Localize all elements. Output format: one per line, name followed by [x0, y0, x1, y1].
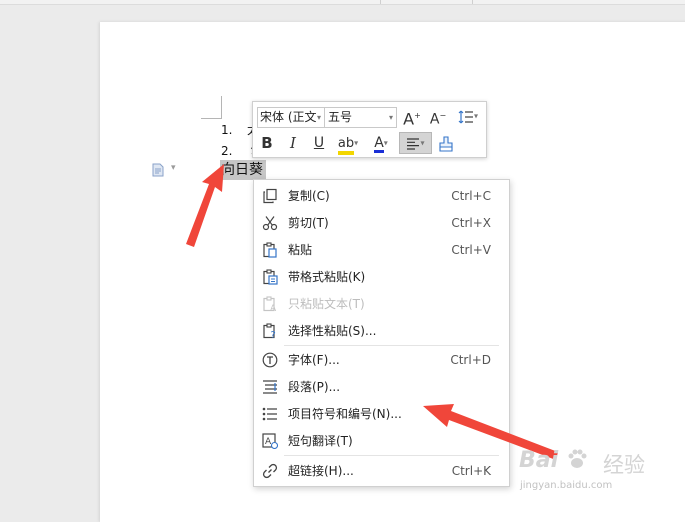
paste-formatted-icon — [263, 269, 278, 285]
top-ruler — [0, 0, 685, 5]
menu-item-label: 字体(F)... — [288, 353, 340, 367]
menu-item-label: 选择性粘贴(S)... — [288, 324, 377, 338]
highlight-button[interactable]: ab▾ — [333, 133, 363, 155]
line-spacing-button[interactable]: ▾ — [453, 106, 483, 126]
italic-button[interactable]: I — [283, 133, 303, 153]
chevron-down-icon: ▾ — [420, 138, 425, 148]
margin-mark — [201, 118, 222, 119]
menu-item-hyperlink[interactable]: 超链接(H)... Ctrl+K — [254, 458, 509, 482]
bullets-icon — [262, 407, 277, 421]
context-menu: 复制(C) Ctrl+C 剪切(T) Ctrl+X 粘贴 Ctrl+V 带格式粘… — [253, 179, 510, 487]
list-number: 2. — [221, 144, 233, 158]
menu-separator — [284, 455, 499, 456]
paragraph-icon — [263, 380, 277, 394]
font-color-label: A — [374, 135, 384, 153]
menu-item-paste-special[interactable]: ? 选择性粘贴(S)... — [254, 318, 509, 342]
grow-font-button[interactable]: A+ — [401, 106, 423, 129]
menu-item-paste[interactable]: 粘贴 Ctrl+V — [254, 237, 509, 261]
margin-mark — [221, 96, 222, 118]
selected-text[interactable]: 向日葵 — [220, 160, 266, 180]
menu-item-shortcut: Ctrl+X — [451, 216, 491, 230]
watermark-url: jingyan.baidu.com — [520, 480, 613, 491]
font-size-value: 五号 — [328, 110, 353, 124]
menu-item-label: 只粘贴文本(T) — [288, 297, 365, 311]
menu-item-label: 剪切(T) — [288, 216, 329, 230]
menu-item-label: 带格式粘贴(K) — [288, 270, 366, 284]
font-color-button[interactable]: A▾ — [367, 133, 395, 153]
watermark-suffix: 经验 — [603, 453, 645, 477]
paste-text-icon: A — [263, 296, 277, 312]
menu-item-shortcut: Ctrl+V — [451, 243, 491, 257]
menu-item-label: 粘贴 — [288, 243, 313, 257]
list-number: 1. — [221, 123, 233, 137]
menu-item-shortcut: Ctrl+K — [451, 464, 491, 478]
chevron-down-icon: ▾ — [383, 138, 388, 148]
menu-item-paste-text-only[interactable]: A 只粘贴文本(T) — [254, 291, 509, 315]
chevron-down-icon: ▾ — [316, 113, 321, 122]
grow-font-label: A — [403, 109, 415, 129]
translate-icon: A — [262, 433, 278, 449]
svg-text:A: A — [270, 304, 277, 312]
menu-item-label: 短句翻译(T) — [288, 434, 353, 448]
font-icon — [262, 352, 278, 368]
bold-button[interactable]: B — [257, 133, 277, 153]
scissors-icon — [262, 216, 278, 231]
paragraph-layout-icon[interactable] — [152, 163, 164, 177]
paw-icon — [568, 449, 587, 468]
menu-item-label: 复制(C) — [288, 189, 330, 203]
menu-item-bullets-numbering[interactable]: 项目符号和编号(N)... — [254, 401, 509, 425]
menu-item-shortcut: Ctrl+C — [451, 189, 491, 203]
menu-item-paste-keep-format[interactable]: 带格式粘贴(K) — [254, 264, 509, 288]
menu-item-label: 项目符号和编号(N)... — [288, 407, 402, 421]
menu-item-font[interactable]: 字体(F)... Ctrl+D — [254, 347, 509, 371]
highlight-label: ab — [337, 137, 355, 155]
menu-item-paragraph[interactable]: 段落(P)... — [254, 374, 509, 398]
chevron-down-icon[interactable]: ▾ — [171, 163, 176, 173]
format-painter-button[interactable] — [435, 133, 457, 153]
watermark-brand: Bai — [519, 448, 559, 473]
shrink-font-button[interactable]: A− — [427, 106, 449, 128]
chevron-down-icon: ▾ — [473, 111, 478, 121]
paste-special-icon: ? — [263, 323, 276, 339]
chevron-down-icon: ▾ — [354, 138, 359, 148]
font-size-select[interactable]: 五号 ▾ — [324, 107, 397, 128]
menu-separator — [284, 345, 499, 346]
font-name-select[interactable]: 宋体 (正文 ▾ — [257, 107, 325, 128]
copy-icon — [263, 188, 277, 204]
watermark-logo: Bai — [519, 448, 588, 473]
format-painter-icon — [439, 135, 453, 152]
menu-item-translate[interactable]: A 短句翻译(T) — [254, 428, 509, 452]
align-button[interactable]: ▾ — [399, 132, 432, 154]
underline-button[interactable]: U — [309, 133, 329, 153]
mini-toolbar: 宋体 (正文 ▾ 五号 ▾ A+ A− ▾ B I U ab▾ A▾ ▾ — [252, 101, 487, 158]
paste-icon — [263, 242, 277, 258]
menu-item-copy[interactable]: 复制(C) Ctrl+C — [254, 183, 509, 207]
font-name-value: 宋体 (正文 — [260, 110, 317, 124]
menu-item-cut[interactable]: 剪切(T) Ctrl+X — [254, 210, 509, 234]
svg-text:?: ? — [271, 330, 276, 339]
menu-item-shortcut: Ctrl+D — [450, 353, 491, 367]
chevron-down-icon: ▾ — [388, 113, 393, 122]
shrink-font-label: A — [429, 111, 440, 128]
menu-item-label: 超链接(H)... — [288, 464, 354, 478]
hyperlink-icon — [262, 463, 278, 479]
line-spacing-icon — [458, 110, 473, 123]
menu-item-label: 段落(P)... — [288, 380, 341, 394]
align-left-icon — [407, 137, 420, 150]
